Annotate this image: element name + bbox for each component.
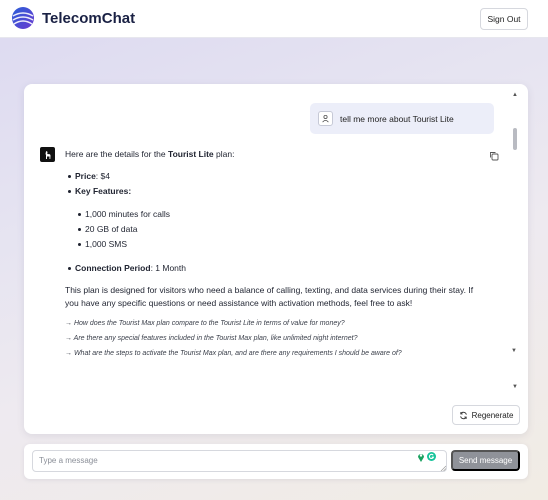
chat-panel xyxy=(24,84,528,434)
regenerate-label: Regenerate xyxy=(471,410,514,420)
scroll-thumb[interactable] xyxy=(513,128,517,150)
brand-title: TelecomChat xyxy=(42,10,136,27)
scroll-up-arrow-icon[interactable]: ▲ xyxy=(512,92,518,98)
grammarly-g-icon xyxy=(428,453,435,460)
user-message-text: tell me more about Tourist Lite xyxy=(340,114,454,124)
regenerate-button[interactable]: Regenerate xyxy=(452,405,520,425)
feature-item: 1,000 minutes for calls xyxy=(77,209,171,219)
connection-period-item: Connection Period: 1 Month xyxy=(68,263,186,273)
suggestion-link[interactable]: → Are there any special features include… xyxy=(65,333,357,344)
user-avatar xyxy=(318,111,333,126)
sign-out-button[interactable]: Sign Out xyxy=(480,8,528,30)
assistant-avatar xyxy=(40,147,55,162)
plan-name: Tourist Lite xyxy=(168,149,214,159)
globe-icon xyxy=(12,7,34,29)
feature-item: 20 GB of data xyxy=(77,224,138,234)
refresh-icon xyxy=(459,411,467,419)
user-icon xyxy=(322,114,329,123)
grammarly-icon[interactable] xyxy=(427,452,436,461)
scroll-down-arrow-icon[interactable]: ▼ xyxy=(512,384,518,390)
resize-grip-icon[interactable] xyxy=(440,465,446,471)
inner-scroll-down-icon[interactable]: ▼ xyxy=(511,348,517,354)
price-item: Price: $4 xyxy=(68,171,110,181)
feature-item: 1,000 SMS xyxy=(77,239,128,249)
top-bar: TelecomChat Sign Out xyxy=(0,0,548,38)
llama-icon xyxy=(45,150,50,159)
assistant-paragraph: This plan is designed for visitors who n… xyxy=(65,285,474,308)
map-pin-icon[interactable] xyxy=(417,452,425,462)
send-message-button[interactable]: Send message xyxy=(451,450,520,471)
assistant-intro: Here are the details for the Tourist Lit… xyxy=(65,149,235,159)
suggestion-link[interactable]: → How does the Tourist Max plan compare … xyxy=(65,318,345,329)
copy-icon[interactable] xyxy=(489,151,499,161)
message-input[interactable] xyxy=(32,450,447,472)
key-features-item: Key Features: xyxy=(67,186,132,196)
suggestion-link[interactable]: → What are the steps to activate the Tou… xyxy=(65,348,402,359)
user-message-bubble: tell me more about Tourist Lite xyxy=(310,103,494,134)
